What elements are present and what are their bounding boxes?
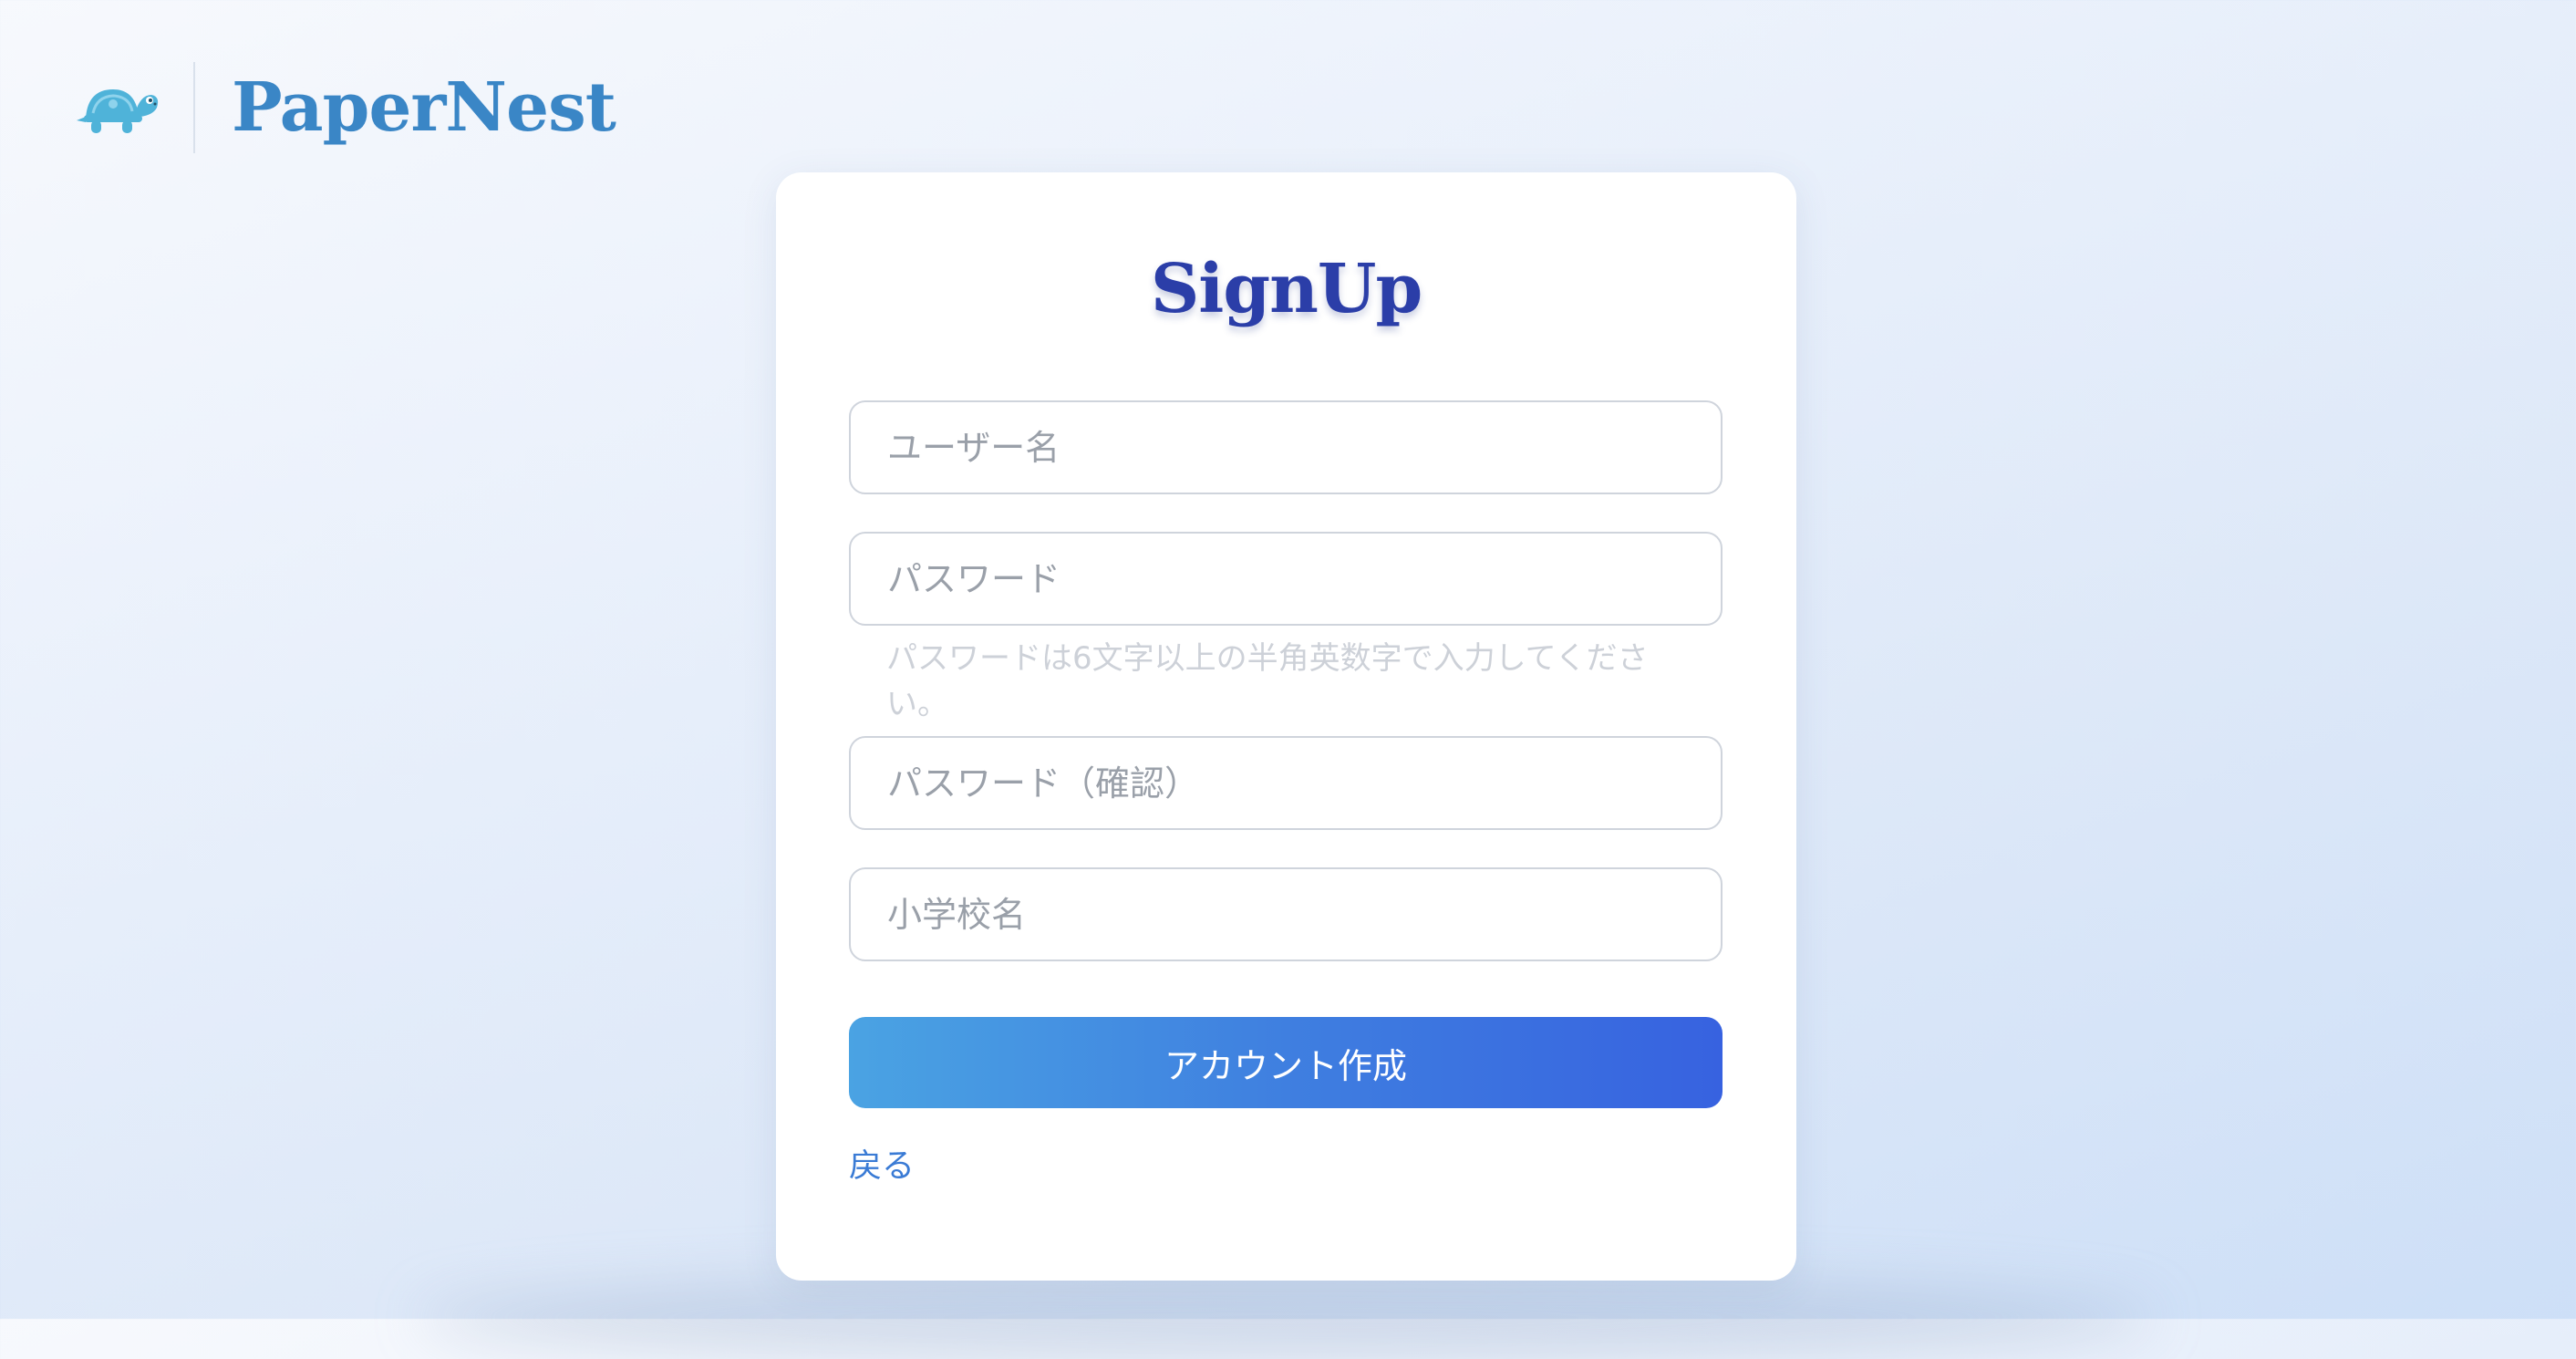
page-title: SignUp	[1150, 250, 1422, 328]
brand-name: PaperNest	[232, 68, 616, 147]
header-divider	[193, 62, 195, 153]
back-link[interactable]: 戻る	[849, 1139, 915, 1187]
signup-card: SignUp パスワードは6文字以上の半角英数字で入力してください。 アカウント…	[776, 172, 1796, 1281]
password-confirm-input[interactable]	[849, 736, 1723, 830]
username-input[interactable]	[849, 400, 1723, 494]
school-name-input[interactable]	[849, 867, 1723, 961]
password-input[interactable]	[849, 532, 1723, 626]
turtle-icon	[77, 89, 159, 133]
password-hint: パスワードは6文字以上の半角英数字で入力してください。	[886, 640, 1649, 722]
site-header: PaperNest	[75, 60, 616, 155]
bottom-shadow	[419, 1277, 2157, 1359]
create-account-button[interactable]: アカウント作成	[849, 1017, 1723, 1108]
